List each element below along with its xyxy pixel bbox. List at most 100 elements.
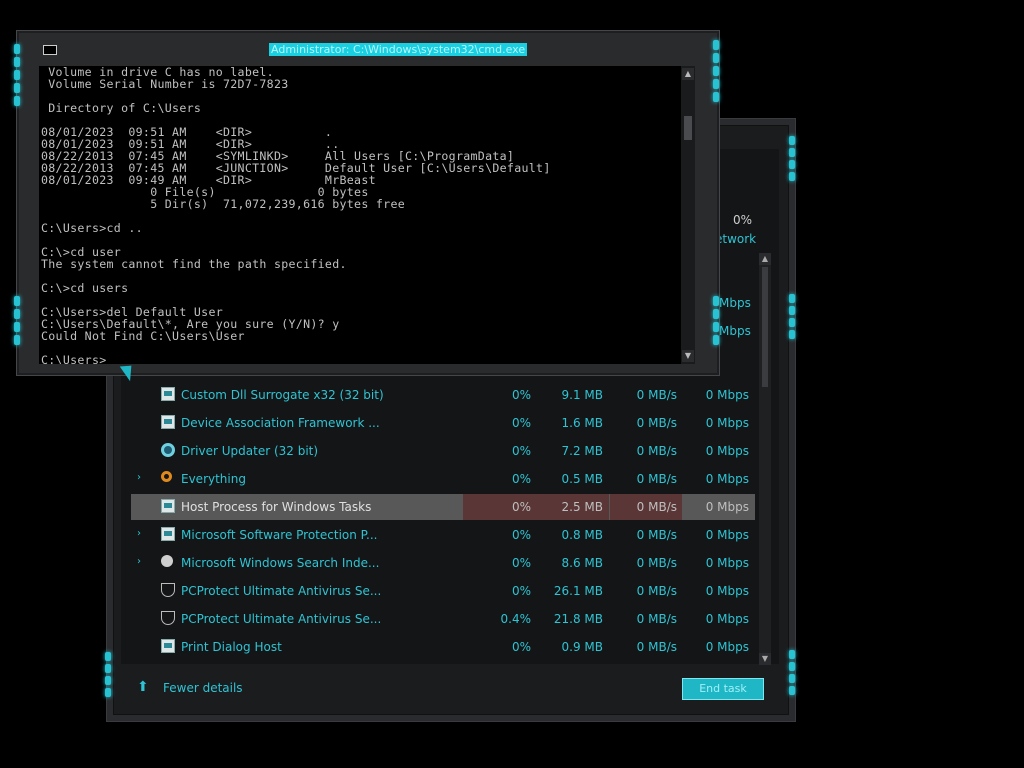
process-row[interactable]: Host Process for Windows Tasks 0% 2.5 MB 0 … — [131, 494, 755, 520]
process-name: Microsoft Software Protection P... — [181, 528, 378, 542]
memory-value: 0.8 MB — [561, 528, 603, 542]
shield-icon — [161, 583, 175, 597]
memory-value: 7.2 MB — [561, 444, 603, 458]
process-name: PCProtect Ultimate Antivirus Se... — [181, 584, 382, 598]
cpu-value: 0% — [511, 640, 531, 654]
console-scrollbar[interactable]: ▲ ▼ — [681, 66, 695, 364]
process-list-scrollbar[interactable]: ▲ ▼ — [759, 253, 771, 665]
memory-value: 0.9 MB — [561, 640, 603, 654]
cmd-app-icon[interactable] — [43, 45, 57, 55]
console-line: The system cannot find the path specifie… — [41, 257, 347, 271]
partial-row-network: Mbps — [719, 324, 751, 338]
process-name: Everything — [181, 472, 246, 486]
process-name: PCProtect Ultimate Antivirus Se... — [181, 612, 382, 626]
disk-value: 0 MB/s — [636, 584, 677, 598]
network-value: 0 Mbps — [705, 444, 749, 458]
cpu-value: 0% — [511, 472, 531, 486]
gear-icon — [161, 443, 175, 457]
memory-value: 2.5 MB — [561, 500, 603, 514]
scrollbar-thumb[interactable] — [684, 116, 692, 140]
window-edge-lights — [13, 293, 21, 348]
memory-value: 21.8 MB — [553, 612, 603, 626]
process-name: Driver Updater (32 bit) — [181, 444, 319, 458]
network-value: 0 Mbps — [705, 612, 749, 626]
network-value: 0 Mbps — [705, 416, 749, 430]
memory-value: 1.6 MB — [561, 416, 603, 430]
process-row[interactable]: › Microsoft Software Protection P... 0% 0.8… — [131, 522, 755, 548]
disk-value: 0 MB/s — [636, 416, 677, 430]
network-value: 0 Mbps — [705, 472, 749, 486]
console-line: C:\>cd users — [41, 281, 129, 295]
window-edge-lights — [13, 41, 21, 109]
network-value: 0 Mbps — [705, 584, 749, 598]
console-line: 5 Dir(s) 71,072,239,616 bytes free — [41, 197, 406, 211]
scroll-down-arrow-icon[interactable]: ▼ — [759, 653, 771, 665]
process-row[interactable]: PCProtect Ultimate Antivirus Se... 0.4% 21… — [131, 606, 755, 632]
memory-value: 26.1 MB — [553, 584, 603, 598]
process-row[interactable]: Print Dialog Host 0% 0.9 MB 0 MB/s 0 Mbps — [131, 634, 755, 660]
scroll-up-arrow-icon[interactable]: ▲ — [759, 253, 771, 265]
process-name: Microsoft Windows Search Inde... — [181, 556, 380, 570]
app-window-icon — [161, 415, 175, 429]
window-edge-lights — [788, 647, 796, 698]
window-edge-lights — [788, 133, 796, 184]
network-usage-percent: 0% — [733, 213, 753, 227]
app-window-icon — [161, 639, 175, 653]
process-name: Device Association Framework ... — [181, 416, 380, 430]
memory-value: 0.5 MB — [561, 472, 603, 486]
process-row[interactable]: › Microsoft Windows Search Inde... 0% 8.6 M… — [131, 550, 755, 576]
disk-value: 0 MB/s — [636, 444, 677, 458]
title-bar[interactable]: Administrator: C:\Windows\system32\cmd.e… — [29, 35, 705, 63]
disk-value: 0 MB/s — [636, 556, 677, 570]
app-window-icon — [161, 387, 175, 401]
process-row[interactable]: › Everything 0% 0.5 MB 0 MB/s 0 Mbps — [131, 466, 755, 492]
memory-value: 8.6 MB — [561, 556, 603, 570]
memory-value: 9.1 MB — [561, 388, 603, 402]
network-value: 0 Mbps — [705, 556, 749, 570]
console-line: Directory of C:\Users — [41, 101, 202, 115]
column-header-network[interactable]: etwork — [715, 232, 756, 246]
disk-value: 0 MB/s — [636, 472, 677, 486]
user-icon — [161, 555, 173, 567]
fewer-details-label: Fewer details — [163, 681, 243, 695]
process-name: Custom Dll Surrogate x32 (32 bit) — [181, 388, 384, 402]
window-title: Administrator: C:\Windows\system32\cmd.e… — [269, 43, 528, 56]
console-line: Could Not Find C:\Users\User — [41, 329, 245, 343]
expand-chevron-icon[interactable]: › — [137, 556, 141, 567]
cpu-value: 0% — [511, 556, 531, 570]
expand-chevron-icon[interactable]: › — [137, 472, 141, 483]
app-window-icon — [161, 527, 175, 541]
disk-value: 0 MB/s — [636, 528, 677, 542]
cpu-value: 0% — [511, 584, 531, 598]
window-edge-lights — [712, 293, 720, 348]
scroll-up-arrow-icon[interactable]: ▲ — [682, 68, 694, 80]
cpu-value: 0.4% — [500, 612, 532, 626]
console-text: Volume in drive C has no label. Volume S… — [39, 66, 695, 364]
process-row[interactable]: Device Association Framework ... 0% 1.6 MB… — [131, 410, 755, 436]
process-row[interactable]: Custom Dll Surrogate x32 (32 bit) 0% 9.1 M… — [131, 382, 755, 408]
process-row[interactable]: PCProtect Ultimate Antivirus Se... 0% 26.1… — [131, 578, 755, 604]
end-task-button[interactable]: End task — [682, 678, 764, 700]
window-edge-lights — [104, 649, 112, 700]
network-value: 0 Mbps — [705, 640, 749, 654]
window-edge-lights — [712, 37, 720, 105]
network-value: 0 Mbps — [705, 500, 749, 514]
process-row[interactable]: Driver Updater (32 bit) 0% 7.2 MB 0 MB/s 0 M… — [131, 438, 755, 464]
cpu-value: 0% — [511, 528, 531, 542]
command-prompt-window: Administrator: C:\Windows\system32\cmd.e… — [13, 30, 720, 376]
partial-row-network: Mbps — [719, 296, 751, 310]
window-edge-lights — [788, 291, 796, 342]
cpu-value: 0% — [511, 444, 531, 458]
expand-chevron-icon[interactable]: › — [137, 528, 141, 539]
console-line: C:\Users> — [41, 353, 107, 364]
process-name: Print Dialog Host — [181, 640, 282, 654]
scrollbar-thumb[interactable] — [762, 267, 768, 387]
network-value: 0 Mbps — [705, 388, 749, 402]
cpu-value: 0% — [511, 500, 531, 514]
network-value: 0 Mbps — [705, 528, 749, 542]
disk-value: 0 MB/s — [636, 388, 677, 402]
console-output[interactable]: Volume in drive C has no label. Volume S… — [39, 66, 695, 364]
disk-value: 0 MB/s — [636, 640, 677, 654]
scroll-down-arrow-icon[interactable]: ▼ — [682, 350, 694, 362]
cpu-value: 0% — [511, 388, 531, 402]
